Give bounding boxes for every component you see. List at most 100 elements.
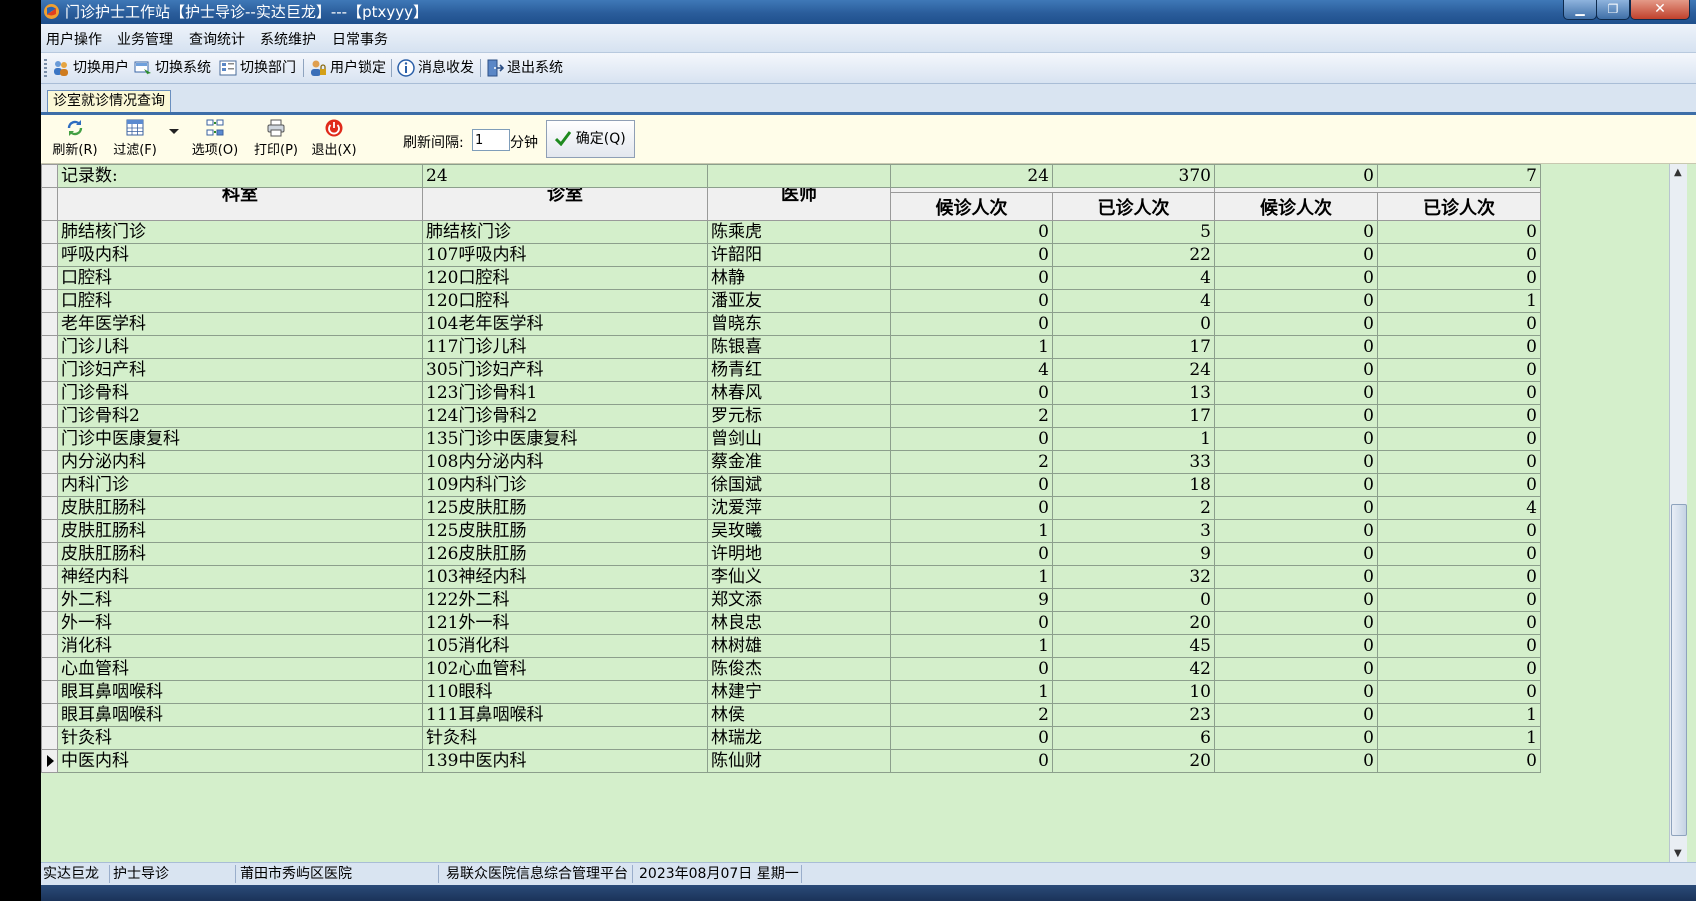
cell-return-seen[interactable]: 0 bbox=[1377, 611, 1541, 635]
messages-button[interactable]: 消息收发 bbox=[397, 57, 474, 79]
filter-button[interactable]: 过滤(F) bbox=[108, 118, 162, 158]
minimize-button[interactable]: ▁ bbox=[1563, 0, 1597, 20]
cell-return-waiting[interactable]: 0 bbox=[1214, 312, 1378, 336]
cell-dept[interactable]: 眼耳鼻咽喉科 bbox=[57, 703, 423, 727]
cell-first-waiting[interactable]: 0 bbox=[890, 289, 1053, 313]
table-row[interactable]: 肺结核门诊 肺结核门诊 陈乘虎 0 5 0 0 bbox=[41, 220, 1541, 244]
cell-dept[interactable]: 皮肤肛肠科 bbox=[57, 542, 423, 566]
cell-first-waiting[interactable]: 1 bbox=[890, 335, 1053, 359]
row-selector[interactable] bbox=[41, 266, 58, 290]
cell-dept[interactable]: 内分泌内科 bbox=[57, 450, 423, 474]
cell-return-waiting[interactable]: 0 bbox=[1214, 703, 1378, 727]
print-button[interactable]: 打印(P) bbox=[249, 118, 303, 158]
table-row[interactable]: 眼耳鼻咽喉科 110眼科 林建宁 1 10 0 0 bbox=[41, 680, 1541, 704]
cell-doctor[interactable]: 曾剑山 bbox=[707, 427, 891, 451]
cell-room[interactable]: 针灸科 bbox=[422, 726, 708, 750]
cell-doctor[interactable]: 林侯 bbox=[707, 703, 891, 727]
cell-first-seen[interactable]: 3 bbox=[1052, 519, 1215, 543]
cell-room[interactable]: 139中医内科 bbox=[422, 749, 708, 773]
cell-doctor[interactable]: 陈俊杰 bbox=[707, 657, 891, 681]
cell-first-seen[interactable]: 23 bbox=[1052, 703, 1215, 727]
row-selector[interactable] bbox=[41, 565, 58, 589]
cell-first-waiting[interactable]: 0 bbox=[890, 749, 1053, 773]
cell-doctor[interactable]: 吴玫曦 bbox=[707, 519, 891, 543]
cell-doctor[interactable]: 杨青红 bbox=[707, 358, 891, 382]
cell-first-waiting[interactable]: 0 bbox=[890, 312, 1053, 336]
toolbar-grip[interactable] bbox=[44, 59, 47, 77]
cell-return-seen[interactable]: 1 bbox=[1377, 726, 1541, 750]
cell-first-waiting[interactable]: 1 bbox=[890, 680, 1053, 704]
cell-first-seen[interactable]: 5 bbox=[1052, 220, 1215, 244]
cell-room[interactable]: 108内分泌内科 bbox=[422, 450, 708, 474]
cell-room[interactable]: 126皮肤肛肠 bbox=[422, 542, 708, 566]
cell-return-seen[interactable]: 0 bbox=[1377, 427, 1541, 451]
row-selector[interactable] bbox=[41, 312, 58, 336]
cell-doctor[interactable]: 林良忠 bbox=[707, 611, 891, 635]
cell-return-seen[interactable]: 0 bbox=[1377, 542, 1541, 566]
filter-dropdown-button[interactable] bbox=[167, 125, 181, 141]
cell-return-seen[interactable]: 0 bbox=[1377, 565, 1541, 589]
cell-first-waiting[interactable]: 0 bbox=[890, 243, 1053, 267]
cell-first-waiting[interactable]: 2 bbox=[890, 450, 1053, 474]
table-row[interactable]: 眼耳鼻咽喉科 111耳鼻咽喉科 林侯 2 23 0 1 bbox=[41, 703, 1541, 727]
cell-first-seen[interactable]: 32 bbox=[1052, 565, 1215, 589]
cell-return-waiting[interactable]: 0 bbox=[1214, 542, 1378, 566]
cell-doctor[interactable]: 许韶阳 bbox=[707, 243, 891, 267]
maximize-button[interactable]: ❐ bbox=[1596, 0, 1630, 20]
cell-return-seen[interactable]: 0 bbox=[1377, 634, 1541, 658]
cell-first-waiting[interactable]: 0 bbox=[890, 496, 1053, 520]
cell-first-waiting[interactable]: 0 bbox=[890, 266, 1053, 290]
cell-dept[interactable]: 神经内科 bbox=[57, 565, 423, 589]
table-row[interactable]: 皮肤肛肠科 125皮肤肛肠 沈爱萍 0 2 0 4 bbox=[41, 496, 1541, 520]
menu-system-maint[interactable]: 系统维护 bbox=[260, 29, 316, 49]
cell-first-waiting[interactable]: 4 bbox=[890, 358, 1053, 382]
cell-doctor[interactable]: 陈银喜 bbox=[707, 335, 891, 359]
cell-doctor[interactable]: 林静 bbox=[707, 266, 891, 290]
table-row[interactable]: 内分泌内科 108内分泌内科 蔡金准 2 33 0 0 bbox=[41, 450, 1541, 474]
cell-return-seen[interactable]: 0 bbox=[1377, 519, 1541, 543]
menu-user-ops[interactable]: 用户操作 bbox=[46, 29, 102, 49]
cell-return-waiting[interactable]: 0 bbox=[1214, 749, 1378, 773]
cell-doctor[interactable]: 陈乘虎 bbox=[707, 220, 891, 244]
cell-return-waiting[interactable]: 0 bbox=[1214, 335, 1378, 359]
row-selector[interactable] bbox=[41, 220, 58, 244]
row-selector[interactable] bbox=[41, 657, 58, 681]
cell-doctor[interactable]: 潘亚友 bbox=[707, 289, 891, 313]
cell-doctor[interactable]: 徐国斌 bbox=[707, 473, 891, 497]
cell-return-seen[interactable]: 0 bbox=[1377, 266, 1541, 290]
cell-dept[interactable]: 呼吸内科 bbox=[57, 243, 423, 267]
exit-button[interactable]: 退出(X) bbox=[307, 118, 361, 158]
table-row[interactable]: 口腔科 120口腔科 林静 0 4 0 0 bbox=[41, 266, 1541, 290]
switch-system-button[interactable]: 切换系统 bbox=[134, 57, 211, 79]
cell-first-seen[interactable]: 2 bbox=[1052, 496, 1215, 520]
cell-first-seen[interactable]: 9 bbox=[1052, 542, 1215, 566]
cell-first-seen[interactable]: 20 bbox=[1052, 749, 1215, 773]
table-row[interactable]: 皮肤肛肠科 125皮肤肛肠 吴玫曦 1 3 0 0 bbox=[41, 519, 1541, 543]
cell-dept[interactable]: 内科门诊 bbox=[57, 473, 423, 497]
cell-return-waiting[interactable]: 0 bbox=[1214, 657, 1378, 681]
cell-first-seen[interactable]: 20 bbox=[1052, 611, 1215, 635]
row-selector[interactable] bbox=[41, 289, 58, 313]
cell-dept[interactable]: 门诊骨科 bbox=[57, 381, 423, 405]
cell-return-seen[interactable]: 1 bbox=[1377, 289, 1541, 313]
cell-room[interactable]: 117门诊儿科 bbox=[422, 335, 708, 359]
cell-room[interactable]: 121外一科 bbox=[422, 611, 708, 635]
cell-room[interactable]: 125皮肤肛肠 bbox=[422, 496, 708, 520]
vertical-scrollbar[interactable]: ▲ ▼ bbox=[1669, 164, 1687, 862]
cell-return-waiting[interactable]: 0 bbox=[1214, 496, 1378, 520]
cell-doctor[interactable]: 沈爱萍 bbox=[707, 496, 891, 520]
row-selector[interactable] bbox=[41, 358, 58, 382]
cell-first-waiting[interactable]: 2 bbox=[890, 404, 1053, 428]
cell-dept[interactable]: 外一科 bbox=[57, 611, 423, 635]
cell-dept[interactable]: 肺结核门诊 bbox=[57, 220, 423, 244]
table-row[interactable]: 皮肤肛肠科 126皮肤肛肠 许明地 0 9 0 0 bbox=[41, 542, 1541, 566]
cell-return-seen[interactable]: 4 bbox=[1377, 496, 1541, 520]
cell-return-seen[interactable]: 0 bbox=[1377, 680, 1541, 704]
cell-dept[interactable]: 门诊中医康复科 bbox=[57, 427, 423, 451]
cell-first-waiting[interactable]: 1 bbox=[890, 519, 1053, 543]
table-row[interactable]: 神经内科 103神经内科 李仙义 1 32 0 0 bbox=[41, 565, 1541, 589]
cell-doctor[interactable]: 蔡金准 bbox=[707, 450, 891, 474]
scroll-up-icon[interactable]: ▲ bbox=[1674, 167, 1682, 178]
cell-doctor[interactable]: 曾晓东 bbox=[707, 312, 891, 336]
cell-first-waiting[interactable]: 0 bbox=[890, 381, 1053, 405]
